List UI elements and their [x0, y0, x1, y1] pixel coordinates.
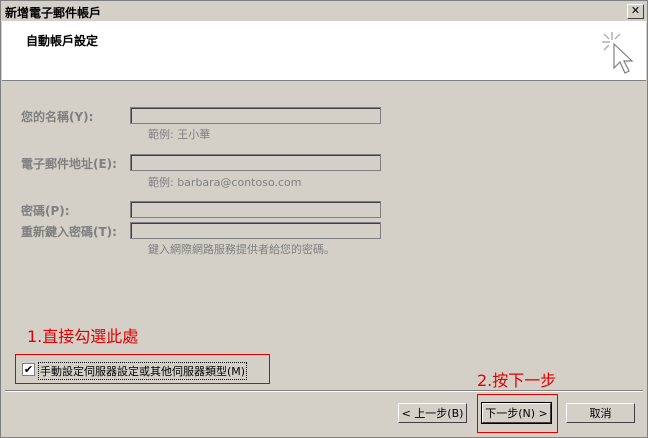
password-hint: 鍵入網際網路服務提供者給您的密碼。 [148, 243, 335, 256]
email-hint: 範例: barbara@contoso.com [148, 176, 302, 189]
wizard-cursor-icon [602, 32, 634, 74]
manual-setup-highlight: ✔ 手動設定伺服器設定或其他伺服器類型(M) [15, 354, 270, 384]
annotation-step2: 2.按下一步 [477, 371, 557, 390]
retype-password-field[interactable] [130, 222, 381, 239]
name-label: 您的名稱(Y): [21, 110, 94, 124]
window-title: 新增電子郵件帳戶 [5, 6, 102, 20]
email-field[interactable] [130, 154, 381, 171]
dialog-window: 新增電子郵件帳戶 ✕ 自動帳戶設定 您的名稱(Y): 範例: 王小華 電子郵件地… [0, 0, 648, 438]
manual-setup-checkbox[interactable]: ✔ [22, 363, 35, 376]
cancel-button[interactable]: 取消 [566, 403, 635, 423]
footer-divider [5, 390, 643, 392]
name-field[interactable] [130, 107, 381, 124]
close-button[interactable]: ✕ [627, 4, 644, 19]
password-label: 密碼(P): [21, 204, 70, 218]
next-button[interactable]: 下一步(N) > [481, 402, 552, 424]
retype-password-label: 重新鍵入密碼(T): [21, 225, 117, 239]
title-bar[interactable]: 新增電子郵件帳戶 ✕ [1, 1, 647, 22]
wizard-header: 自動帳戶設定 [2, 22, 646, 81]
annotation-step1: 1.直接勾選此處 [27, 327, 139, 346]
back-button[interactable]: < 上一步(B) [398, 403, 467, 423]
email-label: 電子郵件地址(E): [21, 157, 117, 171]
page-title: 自動帳戶設定 [26, 34, 99, 48]
manual-setup-label[interactable]: 手動設定伺服器設定或其他伺服器類型(M) [38, 362, 248, 380]
name-hint: 範例: 王小華 [148, 128, 211, 141]
password-field[interactable] [130, 201, 381, 218]
